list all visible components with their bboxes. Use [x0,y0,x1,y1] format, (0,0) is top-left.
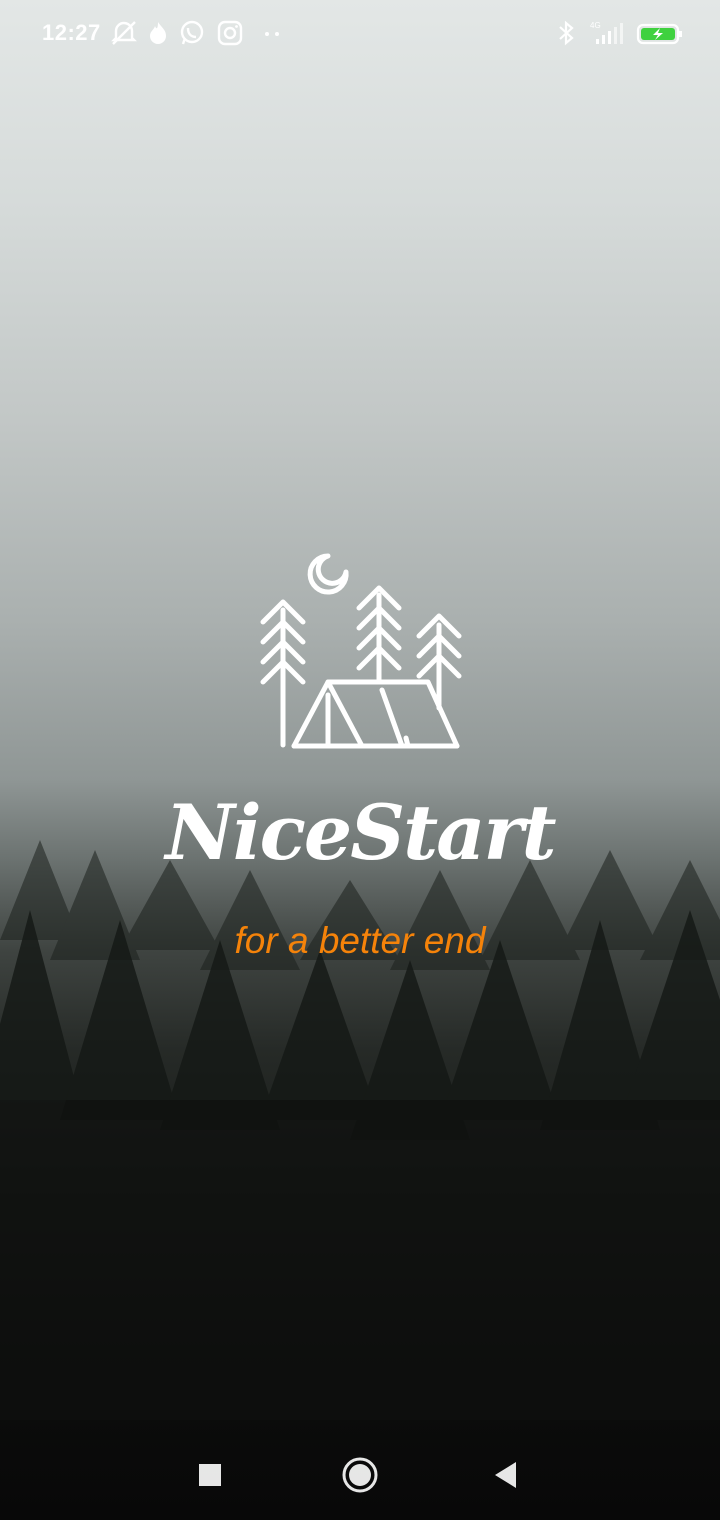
more-notifications-icon [265,32,279,36]
whatsapp-icon [180,20,204,45]
network-label: 4G [590,21,601,30]
alarm-off-icon [111,21,137,45]
bluetooth-icon [559,20,574,46]
signal-4g-icon: 4G [590,21,623,44]
recent-apps-button[interactable] [180,1445,240,1505]
status-time: 12:27 [42,20,101,45]
instagram-icon [217,20,243,46]
back-button[interactable] [476,1445,536,1505]
flame-icon [150,22,166,44]
forest-treeline-image [0,840,720,1420]
battery-charging-icon [636,23,682,45]
status-bar: 12:27 4G [0,0,720,70]
navigation-bar [0,1430,720,1520]
tagline: for a better end [234,920,486,961]
home-button[interactable] [330,1445,390,1505]
camping-tent-forest-moon-icon [260,553,462,749]
brand-name: NiceStart [165,788,556,877]
